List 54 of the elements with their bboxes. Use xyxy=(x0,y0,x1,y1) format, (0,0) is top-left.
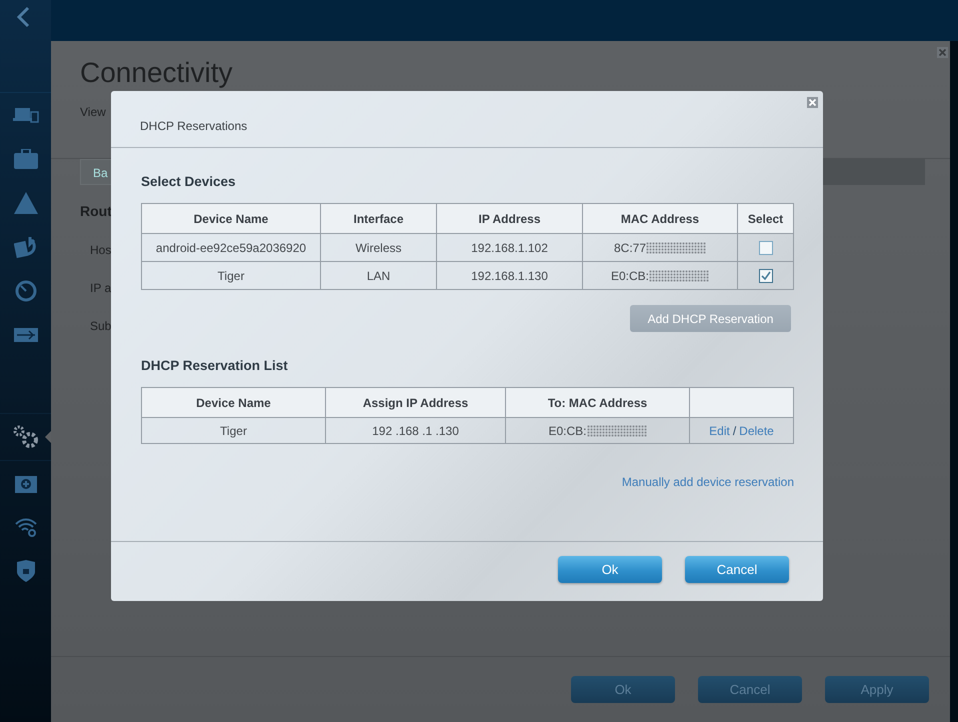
table-cell: LAN xyxy=(320,262,436,290)
checkbox[interactable] xyxy=(758,240,772,255)
column-header: Interface xyxy=(320,204,436,234)
column-header: MAC Address xyxy=(582,204,738,234)
table-cell: 192.168.1.130 xyxy=(436,262,582,290)
dialog-title: DHCP Reservations xyxy=(140,119,248,133)
page-button[interactable]: Apply xyxy=(825,676,929,703)
dialog-button[interactable]: Cancel xyxy=(685,556,789,583)
field-label: Hos xyxy=(90,243,112,257)
checkbox[interactable] xyxy=(758,268,772,283)
gauge-icon xyxy=(14,280,36,302)
column-header: Device Name xyxy=(142,388,326,418)
edit-link[interactable]: Edit xyxy=(709,424,730,438)
table-cell: E0:CB: xyxy=(506,418,690,444)
redaction-blur xyxy=(649,270,709,282)
table-cell: android-ee92ce59a2036920 xyxy=(142,234,320,262)
column-header: Select xyxy=(738,204,794,234)
gears-icon xyxy=(12,425,38,449)
dialog-button[interactable]: Ok xyxy=(558,556,662,583)
manual-add-link[interactable]: Manually add device reservation xyxy=(622,475,794,489)
field-label: Sub xyxy=(90,319,112,333)
column-header: Assign IP Address xyxy=(326,388,506,418)
close-icon[interactable] xyxy=(937,47,948,58)
page-title: Connectivity xyxy=(80,57,233,89)
table-cell: E0:CB: xyxy=(582,262,738,290)
separator: / xyxy=(732,424,736,438)
table-cell: 192 .168 .1 .130 xyxy=(326,418,506,444)
table-cell: Wireless xyxy=(320,234,436,262)
wifi-gear-icon xyxy=(14,517,38,537)
section-heading: Select Devices xyxy=(141,174,237,190)
page-button[interactable]: Cancel xyxy=(698,676,802,703)
page-subtitle: View xyxy=(80,105,106,119)
page-button[interactable]: Ok xyxy=(571,676,675,703)
table-cell: Tiger xyxy=(142,262,320,290)
field-label: IP a xyxy=(90,281,112,295)
section-heading: DHCP Reservation List xyxy=(141,358,289,374)
toolbox-icon xyxy=(14,149,38,169)
table-cell: 8C:77 xyxy=(582,234,738,262)
laptop-icon xyxy=(12,107,38,123)
column-header: IP Address xyxy=(436,204,582,234)
medical-kit-icon xyxy=(14,473,36,493)
warning-icon xyxy=(14,192,38,214)
redaction-blur xyxy=(646,242,706,254)
section-heading: Rout xyxy=(80,203,112,219)
arrows-icon xyxy=(14,236,38,258)
redaction-blur xyxy=(586,425,646,438)
delete-link[interactable]: Delete xyxy=(739,424,774,438)
usb-icon xyxy=(14,328,38,342)
back-chevron-icon[interactable] xyxy=(16,6,30,28)
table-cell: Tiger xyxy=(142,418,326,444)
column-header: Device Name xyxy=(142,204,320,234)
column-header: To: MAC Address xyxy=(506,388,690,418)
table-cell: 192.168.1.102 xyxy=(436,234,582,262)
shield-lock-icon xyxy=(16,560,34,582)
